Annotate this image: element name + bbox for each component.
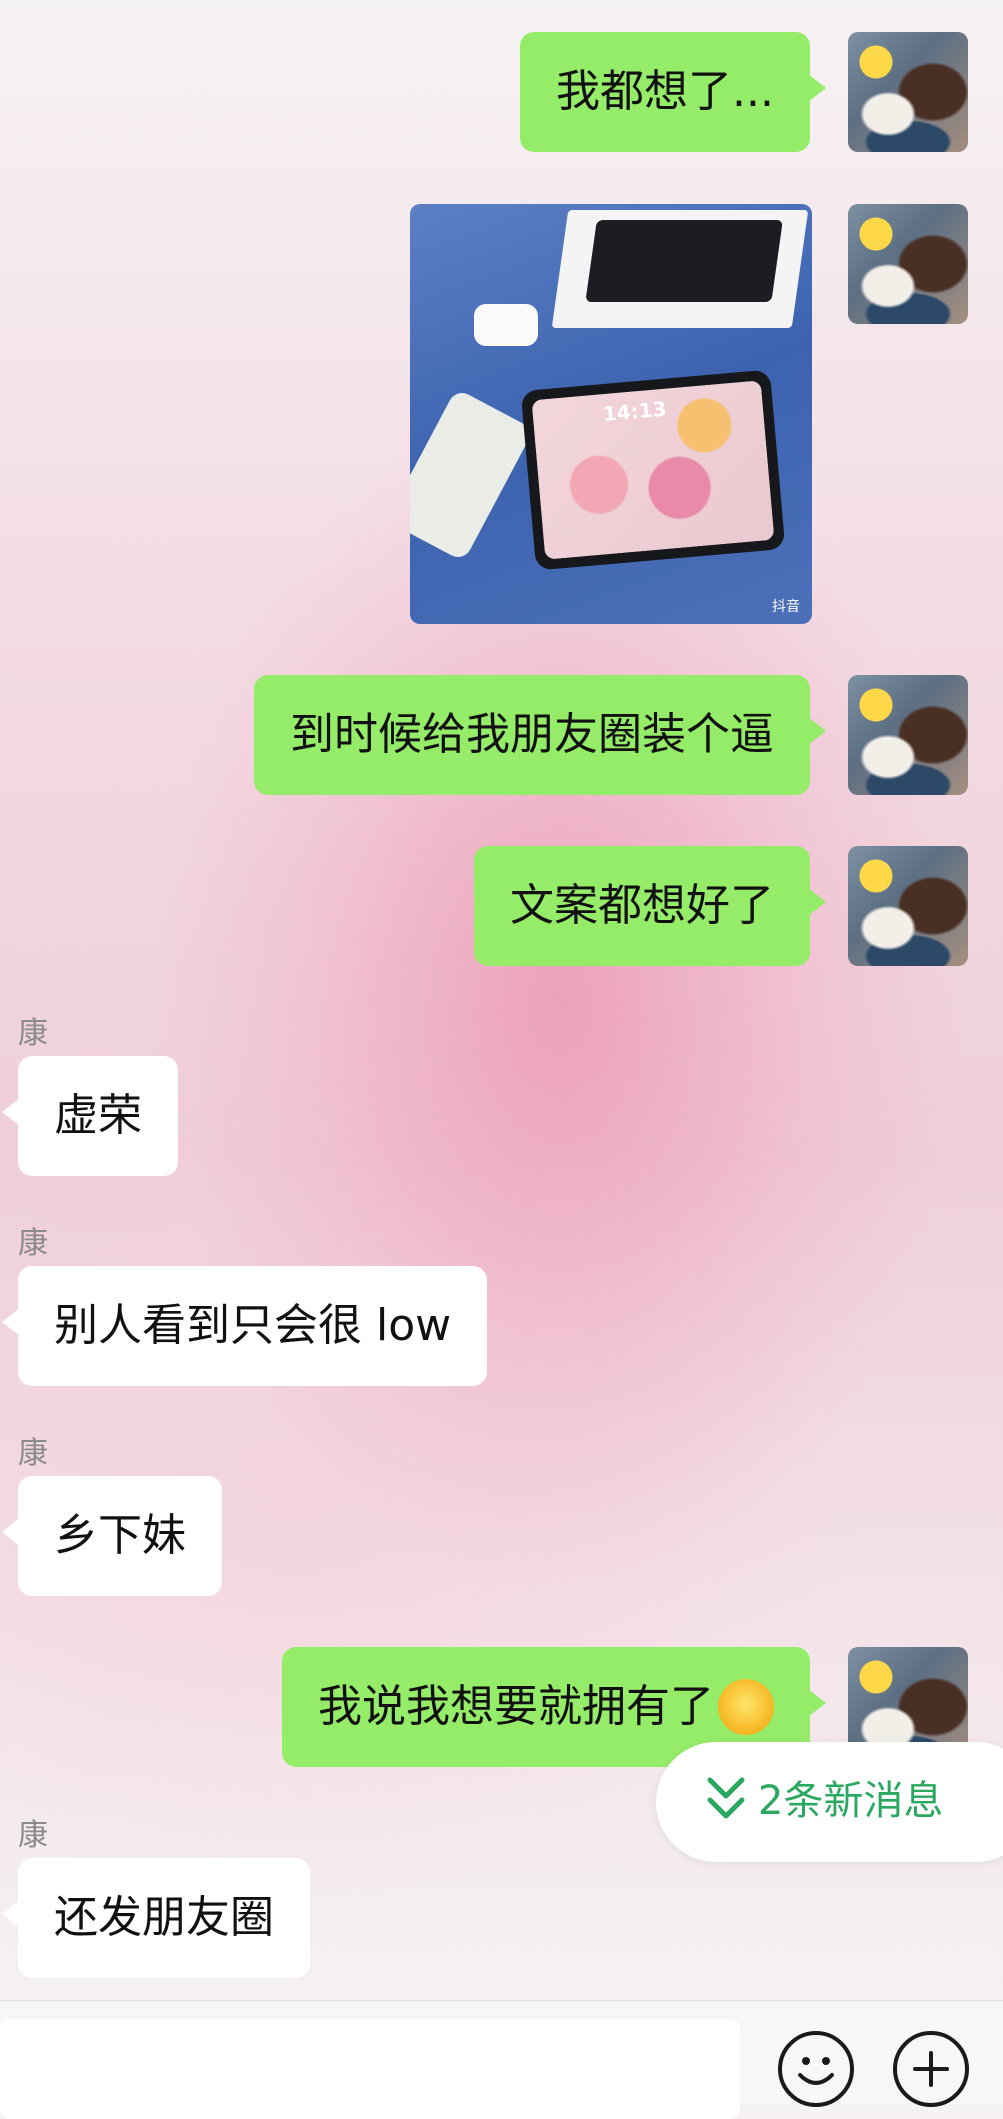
message-input[interactable] [0, 2019, 740, 2119]
message-bubble-other[interactable]: 虚荣 [2, 1056, 178, 1176]
plus-icon[interactable] [893, 2031, 969, 2107]
message-image[interactable]: 14:13 抖音 [410, 204, 812, 624]
product-box-illustration [551, 210, 809, 328]
grinning-face-emoji-icon [718, 1679, 774, 1735]
message-bubble-me[interactable]: 文案都想好了 [474, 846, 826, 966]
message-text: 我都想了... [556, 66, 774, 117]
my-avatar[interactable] [848, 675, 968, 795]
earbuds-case-illustration [474, 304, 538, 346]
douyin-watermark: 抖音 [772, 599, 800, 615]
new-messages-label: 2条新消息 [758, 1778, 944, 1824]
message-text: 别人看到只会很 low [54, 1300, 452, 1351]
message-bubble-other[interactable]: 乡下妹 [2, 1476, 222, 1596]
my-avatar[interactable] [848, 204, 968, 324]
emoji-icon[interactable] [778, 2031, 854, 2107]
message-text: 我说我想要就拥有了 [318, 1681, 714, 1732]
message-bubble-me[interactable]: 我都想了... [520, 32, 826, 152]
phone-illustration [410, 388, 535, 562]
my-avatar[interactable] [848, 32, 968, 152]
sender-name: 康 [18, 1436, 48, 1471]
input-bar [0, 2000, 1003, 2119]
message-text: 文案都想好了 [510, 880, 774, 931]
new-messages-button[interactable]: 2条新消息 [656, 1742, 1003, 1862]
message-text: 乡下妹 [54, 1510, 186, 1561]
message-text: 虚荣 [54, 1090, 142, 1141]
double-chevron-down-icon [707, 1777, 745, 1819]
sender-name: 康 [18, 1016, 48, 1051]
sender-name: 康 [18, 1818, 48, 1853]
message-bubble-other[interactable]: 别人看到只会很 low [1, 1266, 488, 1386]
message-bubble-other[interactable]: 还发朋友圈 [2, 1858, 310, 1978]
tablet-illustration: 14:13 [520, 369, 786, 571]
my-avatar[interactable] [848, 846, 968, 966]
message-bubble-me[interactable]: 到时候给我朋友圈装个逼 [254, 675, 826, 795]
sender-name: 康 [18, 1226, 48, 1261]
message-text: 还发朋友圈 [54, 1892, 274, 1943]
message-text: 到时候给我朋友圈装个逼 [290, 709, 774, 760]
